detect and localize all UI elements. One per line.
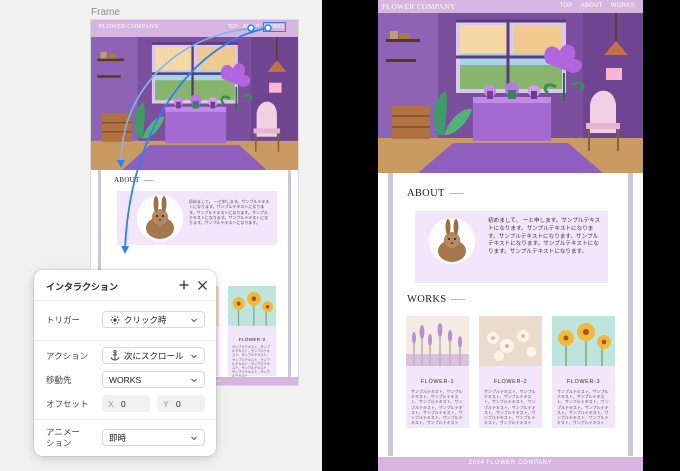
nav-works-link[interactable]: WORKS bbox=[611, 3, 635, 9]
chevron-down-icon bbox=[190, 434, 198, 442]
yellow-flowers-photo bbox=[227, 285, 277, 327]
animation-value: 即時 bbox=[109, 432, 127, 443]
animation-row: アニメー ション 即時 bbox=[34, 426, 216, 448]
chevron-down-icon bbox=[190, 376, 198, 384]
thumb-about-heading: ABOUT bbox=[114, 176, 153, 184]
thumb-hero-illustration bbox=[91, 37, 298, 170]
thumb-logo: FLOWER COMPANY bbox=[99, 24, 159, 30]
add-icon bbox=[179, 280, 189, 290]
profile-card: 初めまして。 一と申します。サンプルテキストになります。サンプルテキストになりま… bbox=[415, 211, 608, 283]
action-select[interactable]: 次にスクロール bbox=[102, 347, 205, 364]
thumb-nav-works-selected[interactable]: WORKS bbox=[263, 22, 286, 32]
add-interaction-button[interactable] bbox=[176, 277, 192, 293]
chevron-down-icon bbox=[190, 316, 198, 324]
offset-x-input[interactable]: X 0 bbox=[102, 395, 150, 412]
trigger-value: クリック時 bbox=[124, 314, 167, 325]
thumb-about-section: ABOUT 初めまして。 一と申します。サンプルテキストになります。サンプルテキ… bbox=[98, 170, 291, 262]
animation-label: アニメー ション bbox=[46, 427, 80, 448]
panel-divider bbox=[34, 419, 216, 420]
close-icon bbox=[197, 280, 207, 290]
panel-divider bbox=[34, 340, 216, 341]
work-text: サンプルテキスト、サンプルテキスト、サンプルテキスト、サンプルテキスト、サンプル… bbox=[557, 389, 609, 426]
thumb-header: FLOWER COMPANY TOP ABOUT WORKS bbox=[91, 20, 298, 37]
animation-select[interactable]: 即時 bbox=[102, 429, 205, 446]
frame-label[interactable]: Frame bbox=[91, 7, 120, 18]
trigger-label: トリガー bbox=[46, 315, 81, 325]
thumb-profile-card: 初めまして。 一と申します。サンプルテキストになります。サンプルテキストになりま… bbox=[117, 191, 277, 245]
white-flowers-photo bbox=[479, 316, 542, 366]
thumb-rabbit-avatar bbox=[137, 195, 183, 241]
footer-text: 2024 FLOWER COMPANY bbox=[468, 460, 553, 466]
design-canvas[interactable]: Frame FLOWER COMPANY TOP ABOUT WORKS ABO… bbox=[0, 0, 322, 471]
thumb-nav-top[interactable]: TOP bbox=[228, 24, 238, 30]
work-card[interactable]: FLOWER-2 サンプルテキスト、サンプルテキスト、サンプルテキスト、サンプル… bbox=[479, 316, 542, 428]
about-section: ABOUT 初めまして。 一と申します。サンプルテキストになります。サンプルテキ… bbox=[388, 173, 633, 283]
destination-value: WORKS bbox=[109, 374, 142, 385]
offset-row: オフセット X 0 Y 0 bbox=[34, 393, 216, 415]
panel-header: インタラクション bbox=[34, 270, 216, 301]
room-illustration bbox=[91, 37, 298, 170]
site-logo[interactable]: FLOWER COMPANY bbox=[382, 2, 456, 11]
lavender-photo bbox=[405, 315, 470, 367]
tap-icon bbox=[109, 315, 121, 325]
thumb-nav-about[interactable]: ABOUT bbox=[243, 24, 260, 30]
offset-y-axis: Y bbox=[163, 398, 169, 409]
works-section: WORKS FLOWER-1 サンプルテキスト、サンプルテキスト、サンプルテキス… bbox=[388, 283, 633, 456]
chevron-down-icon bbox=[190, 352, 198, 360]
work-text: サンプルテキスト、サンプルテキスト、サンプルテキスト、サンプルテキスト、サンプル… bbox=[411, 389, 463, 426]
hero-illustration bbox=[378, 13, 643, 173]
offset-label: オフセット bbox=[46, 399, 89, 409]
interaction-panel: インタラクション トリガー クリック時 アクション 次にスクロール 移動先 WO… bbox=[34, 270, 216, 456]
offset-x-value: 0 bbox=[121, 398, 126, 409]
room-illustration bbox=[378, 13, 643, 173]
work-card[interactable]: FLOWER-1 サンプルテキスト、サンプルテキスト、サンプルテキスト、サンプル… bbox=[405, 315, 470, 428]
thumb-about-text: 初めまして。 一と申します。サンプルテキストになります。サンプルテキストになりま… bbox=[189, 199, 270, 226]
about-heading: ABOUT bbox=[407, 188, 464, 199]
thumb-work-text: サンプルテキスト、サンプルテキスト、サンプルテキスト、サンプルテキスト、サンプル… bbox=[232, 345, 270, 378]
yellow-flowers-photo bbox=[551, 315, 616, 367]
action-value: 次にスクロール bbox=[124, 350, 184, 361]
action-row: アクション 次にスクロール bbox=[34, 345, 216, 367]
action-label: アクション bbox=[46, 351, 89, 361]
anchor-icon bbox=[109, 350, 121, 361]
works-cards: FLOWER-1 サンプルテキスト、サンプルテキスト、サンプルテキスト、サンプル… bbox=[405, 315, 616, 428]
site-footer: 2024 FLOWER COMPANY bbox=[378, 457, 643, 471]
about-text: 初めまして。 一と申します。サンプルテキストになります。サンプルテキストになりま… bbox=[488, 218, 601, 256]
nav-top-link[interactable]: TOP bbox=[560, 3, 573, 9]
destination-label: 移動先 bbox=[46, 375, 72, 385]
nav-about-link[interactable]: ABOUT bbox=[581, 3, 603, 9]
destination-select[interactable]: WORKS bbox=[102, 371, 205, 388]
trigger-row: トリガー クリック時 bbox=[34, 309, 216, 331]
trigger-select[interactable]: クリック時 bbox=[102, 311, 205, 328]
site-nav: TOP ABOUT WORKS bbox=[560, 3, 635, 9]
destination-row: 移動先 WORKS bbox=[34, 369, 216, 391]
prototype-preview[interactable]: FLOWER COMPANY TOP ABOUT WORKS ABOUT 初めま… bbox=[378, 0, 643, 471]
panel-title: インタラクション bbox=[46, 282, 119, 292]
offset-y-input[interactable]: Y 0 bbox=[157, 395, 205, 412]
work-card[interactable]: FLOWER-3 サンプルテキスト、サンプルテキスト、サンプルテキスト、サンプル… bbox=[551, 315, 616, 428]
offset-x-axis: X bbox=[108, 398, 114, 409]
site-header: FLOWER COMPANY TOP ABOUT WORKS bbox=[378, 0, 643, 13]
offset-y-value: 0 bbox=[176, 398, 181, 409]
thumb-nav: TOP ABOUT WORKS bbox=[228, 22, 286, 32]
work-text: サンプルテキスト、サンプルテキスト、サンプルテキスト、サンプルテキスト、サンプル… bbox=[484, 389, 536, 426]
thumb-work-card: FLOWER-3 サンプルテキスト、サンプルテキスト、サンプルテキスト、サンプル… bbox=[227, 285, 277, 378]
works-heading: WORKS bbox=[407, 294, 465, 305]
close-panel-button[interactable] bbox=[194, 277, 210, 293]
rabbit-avatar bbox=[429, 218, 475, 264]
